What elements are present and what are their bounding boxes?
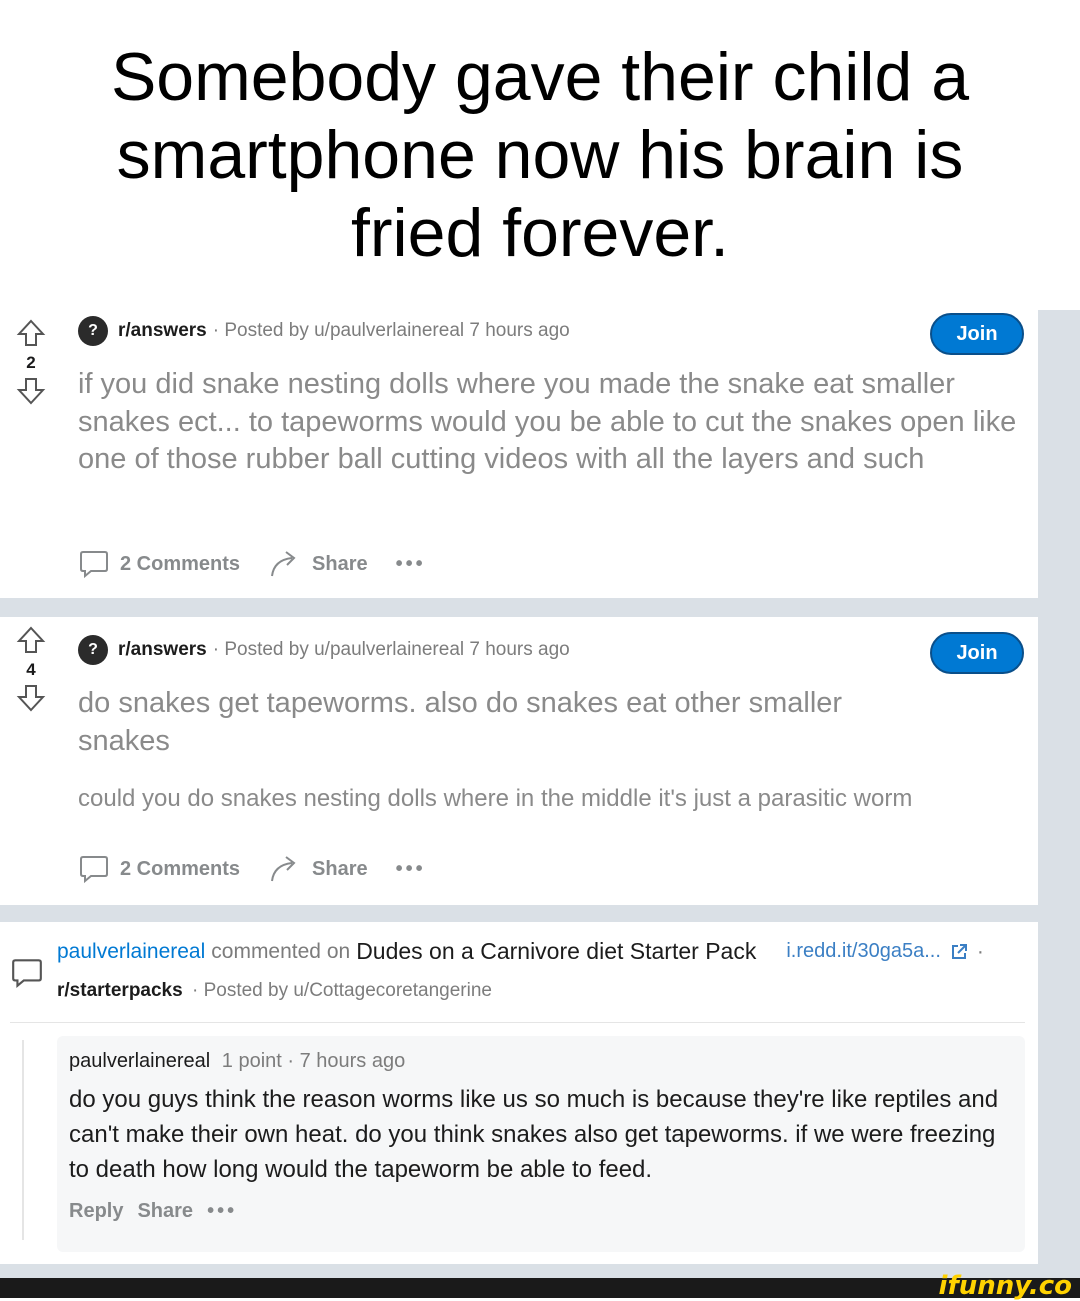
caption-line: fried forever.: [351, 195, 729, 271]
post-body: could you do snakes nesting dolls where …: [78, 785, 913, 812]
comment-icon: [80, 551, 108, 579]
comment-meta: 1 point · 7 hours ago: [221, 1050, 406, 1072]
post-byline: · Posted by u/Cottagecoretangerine: [191, 980, 492, 1001]
more-options-button[interactable]: •••: [207, 1200, 237, 1223]
post-title-link[interactable]: Dudes on a Carnivore diet Starter Pack: [356, 938, 756, 965]
comments-label: 2 Comments: [120, 857, 241, 880]
comment-header: paulverlainereal 1 point · 7 hours ago: [69, 1050, 405, 1073]
comment-author-link[interactable]: paulverlainereal: [57, 940, 205, 964]
join-button[interactable]: Join: [930, 632, 1024, 674]
join-button[interactable]: Join: [930, 313, 1024, 355]
vote-score: 2: [26, 353, 36, 372]
subreddit-link[interactable]: r/answers: [118, 320, 207, 342]
share-icon: [271, 551, 296, 577]
external-link-icon[interactable]: [949, 942, 969, 962]
share-icon: [271, 856, 296, 882]
watermark-bar: [0, 1278, 1080, 1298]
comment-icon: [12, 959, 42, 989]
comments-label: 2 Comments: [120, 552, 241, 575]
vote-column: 2: [0, 318, 62, 406]
upvote-icon[interactable]: [16, 318, 46, 348]
comment-icon: [80, 856, 108, 884]
post-title[interactable]: if you did snake nesting dolls where you…: [78, 366, 1023, 479]
post-card[interactable]: 2 ? r/answers · Posted by u/paulverlaine…: [0, 310, 1038, 598]
caption-line: smartphone now his brain is: [116, 117, 964, 193]
comments-button[interactable]: 2 Comments: [78, 853, 240, 885]
comment-context: paulverlainereal commented on Dudes on a…: [57, 938, 984, 965]
upvote-icon[interactable]: [16, 625, 46, 655]
post-actions: 2 Comments Share •••: [78, 548, 426, 580]
vote-score: 4: [26, 660, 36, 679]
post-title[interactable]: do snakes get tapeworms. also do snakes …: [78, 685, 938, 760]
reply-button[interactable]: Reply: [69, 1200, 123, 1223]
post-byline: · Posted by u/paulverlainereal 7 hours a…: [212, 639, 570, 660]
post-byline: · Posted by u/paulverlainereal 7 hours a…: [212, 320, 570, 341]
comment-card[interactable]: paulverlainereal commented on Dudes on a…: [0, 922, 1038, 1264]
comment-author[interactable]: paulverlainereal: [69, 1050, 210, 1072]
more-options-button[interactable]: •••: [396, 553, 426, 576]
downvote-icon[interactable]: [16, 376, 46, 406]
caption-line: Somebody gave their child a: [110, 39, 970, 115]
comment-source: r/starterpacks · Posted by u/Cottagecore…: [57, 980, 492, 1002]
downvote-icon[interactable]: [16, 683, 46, 713]
comment-text: do you guys think the reason worms like …: [69, 1086, 999, 1183]
share-button[interactable]: Share: [268, 853, 368, 885]
post-meta: ? r/answers · Posted by u/paulverlainere…: [78, 635, 570, 665]
vote-column: 4: [0, 625, 62, 713]
comments-button[interactable]: 2 Comments: [78, 548, 240, 580]
divider: [10, 1022, 1025, 1023]
separator-dot: ·: [976, 939, 984, 963]
reddit-feed: 2 ? r/answers · Posted by u/paulverlaine…: [0, 310, 1080, 1278]
share-label: Share: [312, 552, 368, 575]
more-options-button[interactable]: •••: [396, 858, 426, 881]
comment-actions: Reply Share •••: [69, 1200, 237, 1223]
commented-on-text: commented on: [211, 939, 351, 963]
ifunny-watermark: ifunny.co: [938, 1271, 1072, 1301]
external-link[interactable]: i.redd.it/30ga5a...: [786, 940, 941, 963]
subreddit-link[interactable]: r/answers: [118, 639, 207, 661]
meme-caption: Somebody gave their child a smartphone n…: [0, 38, 1080, 272]
subreddit-avatar-icon[interactable]: ?: [78, 316, 108, 346]
post-actions: 2 Comments Share •••: [78, 853, 426, 885]
subreddit-avatar-icon[interactable]: ?: [78, 635, 108, 665]
thread-line[interactable]: [22, 1040, 24, 1240]
post-meta: ? r/answers · Posted by u/paulverlainere…: [78, 316, 570, 346]
share-button[interactable]: Share: [137, 1200, 193, 1223]
share-button[interactable]: Share: [268, 548, 368, 580]
share-label: Share: [312, 857, 368, 880]
comment-body-box: paulverlainereal 1 point · 7 hours ago d…: [57, 1036, 1025, 1252]
post-card[interactable]: 4 ? r/answers · Posted by u/paulverlaine…: [0, 617, 1038, 905]
subreddit-link[interactable]: r/starterpacks: [57, 980, 183, 1001]
